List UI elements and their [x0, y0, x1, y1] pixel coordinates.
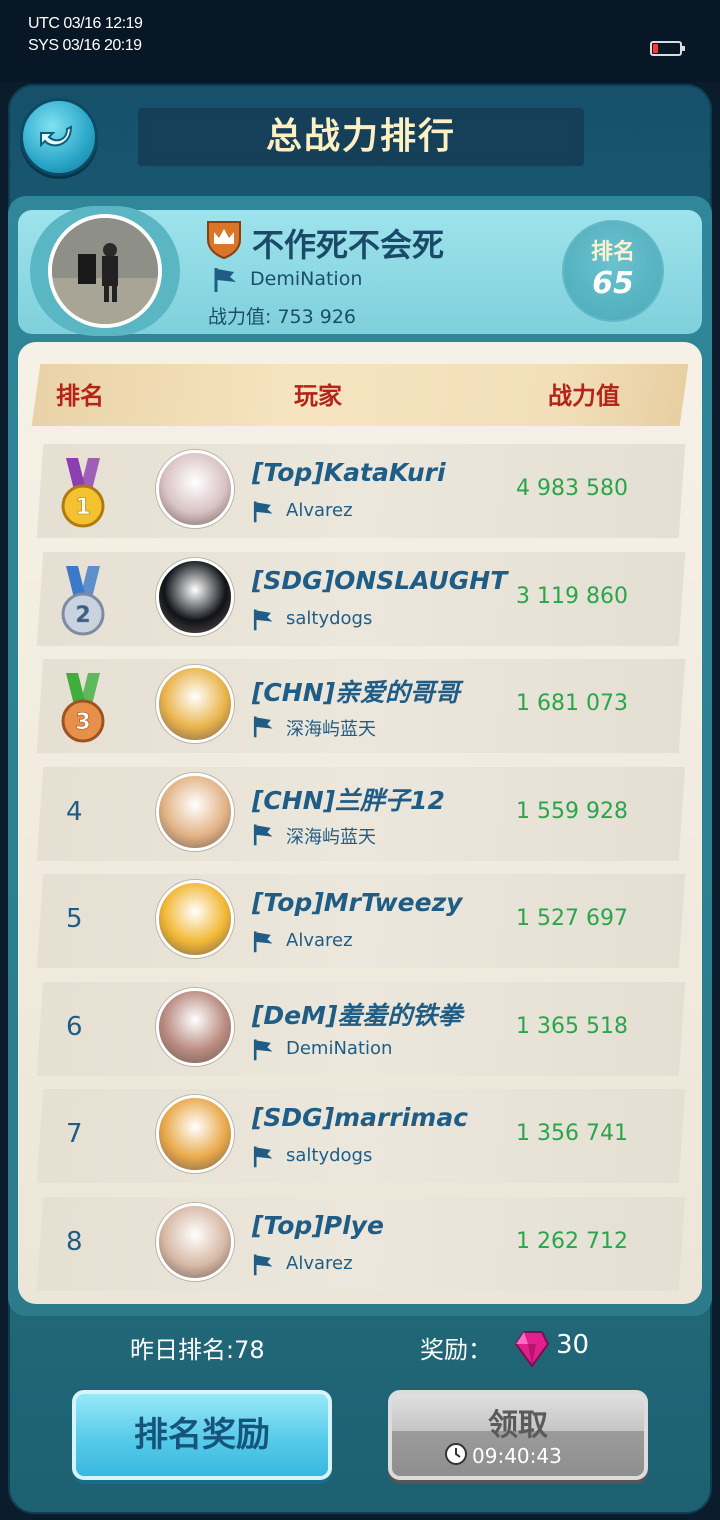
- row-rank: 5: [66, 904, 83, 934]
- player-guild: saltydogs: [286, 1145, 373, 1166]
- player-name[interactable]: [DeM]羞羞的铁拳: [252, 996, 462, 1032]
- player-name[interactable]: [SDG]marrimac: [252, 1103, 468, 1132]
- guild-flag-icon: [253, 1039, 273, 1061]
- page-title: 总战力排行: [265, 116, 456, 157]
- back-arrow-icon: [40, 125, 73, 148]
- player-power: 1 365 518: [516, 1014, 628, 1039]
- row-rank: 7: [66, 1119, 83, 1149]
- battery-low-icon: [650, 41, 685, 56]
- row-rank: 6: [66, 1012, 83, 1042]
- player-power: 3 119 860: [516, 584, 628, 609]
- player-guild: Alvarez: [286, 1253, 353, 1274]
- column-header-player: 玩家: [294, 382, 342, 410]
- player-name[interactable]: [CHN]亲爱的哥哥: [252, 673, 460, 709]
- clock-icon: [445, 1443, 467, 1465]
- player-power: 1 262 712: [516, 1229, 628, 1254]
- player-power: 1 681 073: [516, 691, 628, 716]
- player-power: 1 356 741: [516, 1121, 628, 1146]
- row-rank: 8: [66, 1227, 83, 1257]
- my-rank-badge: 排名 65: [562, 220, 664, 322]
- avatar[interactable]: [156, 558, 234, 636]
- rank-reward-button-label: 排名奖励: [134, 1415, 270, 1455]
- player-power: 4 983 580: [516, 476, 628, 501]
- svg-text:2: 2: [75, 603, 90, 628]
- back-button[interactable]: [20, 98, 98, 176]
- avatar[interactable]: [156, 988, 234, 1066]
- gold-medal-icon: 1: [61, 458, 105, 528]
- player-name[interactable]: [CHN]兰胖子12: [252, 781, 445, 817]
- gem-icon: [514, 1331, 550, 1368]
- player-guild: Alvarez: [286, 930, 353, 951]
- player-name[interactable]: [Top]KataKuri: [252, 458, 446, 487]
- player-guild: Alvarez: [286, 500, 353, 521]
- my-player-name: 不作死不会死: [252, 226, 445, 264]
- guild-flag-icon: [253, 931, 273, 953]
- player-guild: saltydogs: [286, 608, 373, 629]
- player-power: 1 559 928: [516, 799, 628, 824]
- crown-shield-icon: [207, 221, 241, 260]
- player-guild: 深海屿蓝天: [286, 827, 376, 848]
- guild-flag-icon: [214, 268, 236, 292]
- guild-flag-icon: [253, 1254, 273, 1276]
- rank-reward-button[interactable]: 排名奖励: [72, 1390, 332, 1480]
- my-power-value: 战力值: 753 926: [208, 306, 357, 328]
- player-name[interactable]: [SDG]ONSLAUGHT: [252, 566, 507, 595]
- my-rank-label: 排名: [590, 240, 635, 265]
- reward-label: 奖励：: [420, 1336, 492, 1364]
- avatar[interactable]: [48, 214, 162, 328]
- player-name[interactable]: [Top]MrTweezy: [252, 888, 462, 917]
- reward-amount: 30: [556, 1330, 590, 1360]
- utc-time: UTC 03/16 12:19: [28, 15, 143, 32]
- my-rank-value: 65: [592, 266, 634, 301]
- player-guild: 深海屿蓝天: [286, 719, 376, 740]
- yesterday-rank: 昨日排名:78: [130, 1336, 265, 1364]
- player-name[interactable]: [Top]Plye: [252, 1211, 384, 1240]
- bronze-medal-icon: 3: [61, 673, 105, 743]
- svg-text:1: 1: [75, 495, 90, 520]
- claim-button[interactable]: 领取 09:40:43: [388, 1390, 648, 1480]
- column-header-rank: 排名: [56, 382, 104, 410]
- avatar[interactable]: [156, 773, 234, 851]
- claim-timer: 09:40:43: [472, 1444, 562, 1468]
- status-bar: UTC 03/16 12:19 SYS 03/16 20:19: [0, 0, 720, 82]
- player-guild: DemiNation: [286, 1038, 393, 1059]
- guild-flag-icon: [253, 824, 273, 846]
- avatar-photo: [52, 218, 158, 324]
- avatar[interactable]: [156, 1095, 234, 1173]
- guild-flag-icon: [253, 716, 273, 738]
- column-header-power: 战力值: [548, 382, 620, 410]
- claim-button-label: 领取: [488, 1408, 548, 1443]
- guild-flag-icon: [253, 501, 273, 523]
- svg-text:3: 3: [75, 710, 90, 735]
- silver-medal-icon: 2: [61, 566, 105, 636]
- row-rank: 4: [66, 797, 83, 827]
- guild-flag-icon: [253, 609, 273, 631]
- player-power: 1 527 697: [516, 906, 628, 931]
- sys-time: SYS 03/16 20:19: [28, 37, 142, 54]
- avatar[interactable]: [156, 880, 234, 958]
- my-guild-name: DemiNation: [250, 268, 363, 290]
- avatar[interactable]: [156, 665, 234, 743]
- avatar[interactable]: [156, 450, 234, 528]
- avatar[interactable]: [156, 1203, 234, 1281]
- guild-flag-icon: [253, 1146, 273, 1168]
